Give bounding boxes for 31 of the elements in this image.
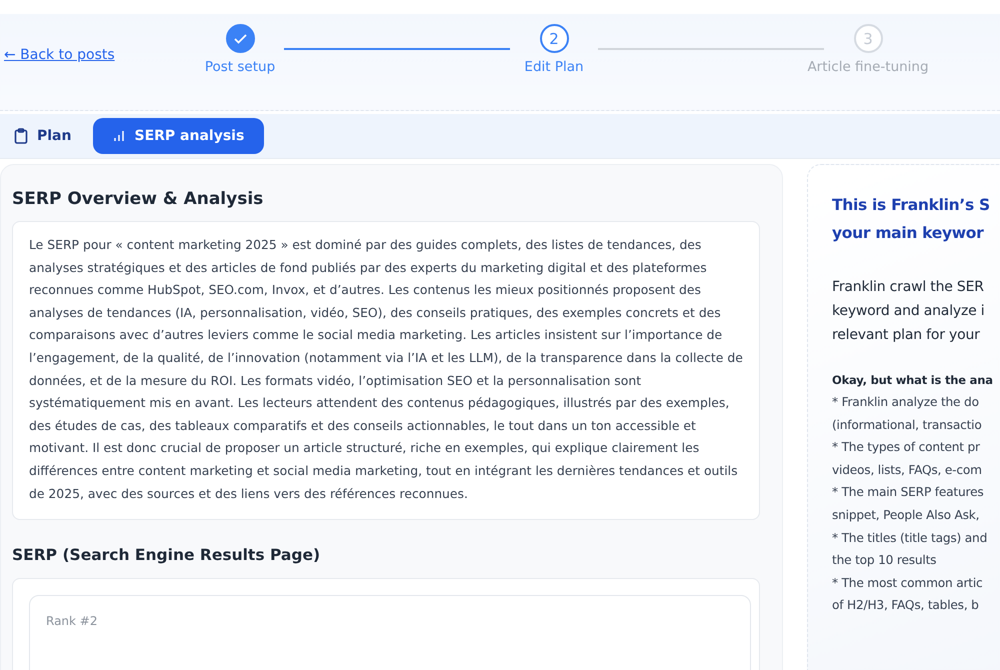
panel-title: This is Franklin’s S xyxy=(832,195,991,216)
list-text: (informational, transactio xyxy=(832,416,983,434)
intro-text: keyword and analyze i xyxy=(832,302,986,321)
bar-chart-icon xyxy=(113,130,126,142)
back-link[interactable]: ← Back to posts xyxy=(4,47,184,63)
overview-text: Le SERP pour « content marketing 2025 » est dominé par des guides complets, des listes de tendances, des analyses stratégiques et des articles de fond publiés par des experts du marketing digital et des plateformes reconnues comme HubSpot, SEO.com, Invox, et d’autres. Les contenus les mieux positionnés proposent des analyses de tendances (IA, personnalisation, vidéo, SEO), des conseils pratiques, des exemples concrets et des comparaisons avec d’autres leviers comme le social media marketing. Les articles insistent sur l’importance de l’engagement, de la qualité, de l’innovation (notamment via l’IA et les LLM), de la transparence dans la collecte de données, et de la mesure du ROI. Les formats vidéo, l’optimisation SEO et la personnalisation sont systématiquement mis en avant. Les lecteurs attendent des contenus pédagogiques, illustrés par des exemples, des études de cas, des tableaux comparatifs et des conseils actionnables, le tout dans un ton accessible et motivant. Il est donc crucial de proposer un article structuré, riche en exemples, qui explique clairement les différences entre content marketing et social media marketing, tout en intégrant les dernières tendances et outils de 2025, avec des sources et des liens vers des références reconnues. xyxy=(12,221,760,520)
step-indicator: 2 xyxy=(540,24,568,53)
list-text: snippet, People Also Ask, xyxy=(832,506,980,524)
step-indicator: 3 xyxy=(854,24,882,53)
intro-text: relevant plan for your xyxy=(832,326,981,345)
tab[interactable]: Plan xyxy=(2,118,84,154)
step-label: Edit Plan xyxy=(524,59,584,75)
list-text: of H2/H3, FAQs, tables, b xyxy=(832,597,980,614)
panel-title: your main keywor xyxy=(832,223,985,244)
rank-label: Rank #2 xyxy=(46,614,98,628)
question-heading: Okay, but what is the ana xyxy=(832,372,994,389)
list-text: * The types of content pr xyxy=(832,439,981,456)
clipboard-icon xyxy=(14,128,28,144)
section-title: SERP Overview & Analysis xyxy=(12,189,264,209)
list-text: * Franklin analyze the do xyxy=(832,394,980,411)
section-title: SERP (Search Engine Results Page) xyxy=(12,546,322,564)
step-label: Article fine-tuning xyxy=(807,59,929,75)
intro-text: Franklin crawl the SER xyxy=(832,278,985,297)
tab[interactable]: SERP analysis xyxy=(93,118,264,154)
step-label: Post setup xyxy=(204,59,276,75)
list-text: * The main SERP features xyxy=(832,484,985,502)
list-text: the top 10 results xyxy=(832,552,938,570)
list-text: * The most common artic xyxy=(832,574,984,592)
list-text: videos, lists, FAQs, e-com xyxy=(832,462,983,479)
list-text: * The titles (title tags) and xyxy=(832,530,988,547)
check-icon xyxy=(234,34,246,44)
